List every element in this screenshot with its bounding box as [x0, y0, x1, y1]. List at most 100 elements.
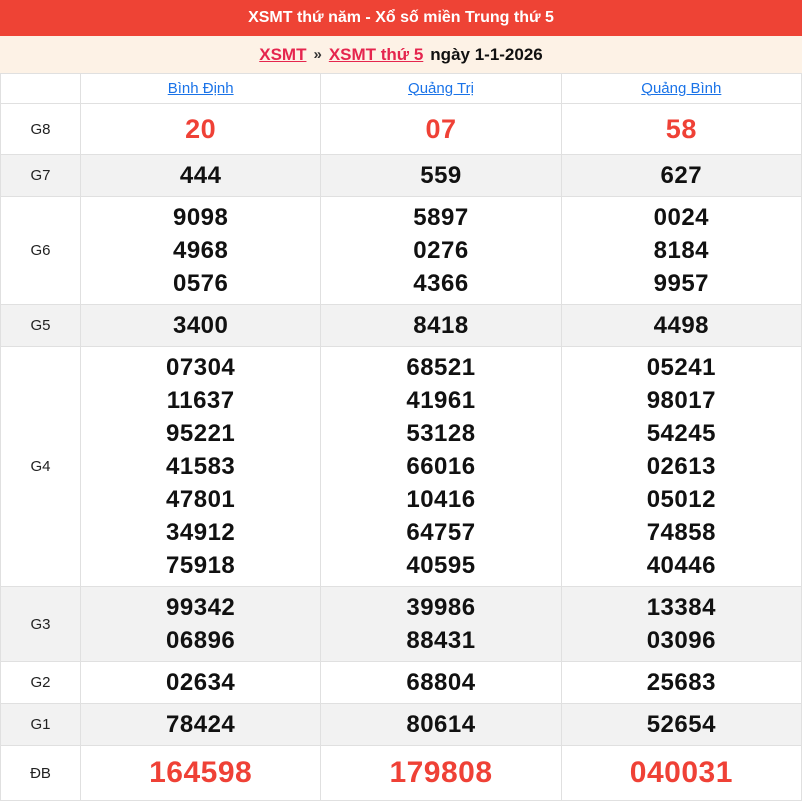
- prize-label-g5: G5: [0, 304, 81, 347]
- prize-number: 13384: [646, 594, 716, 621]
- title-bar: XSMT thứ năm - Xổ số miền Trung thứ 5: [0, 0, 802, 36]
- prize-number: 040031: [629, 756, 733, 789]
- prize-number: 0576: [172, 270, 229, 297]
- prize-number: 68521: [406, 354, 476, 381]
- column-header-quang-binh: Quảng Bình: [560, 73, 802, 104]
- prize-number: 07304: [166, 354, 236, 381]
- prize-number: 627: [660, 162, 703, 189]
- prize-row-g7: G7 444 559 627: [0, 154, 802, 197]
- prize-number: 5897: [413, 204, 469, 231]
- result-cell-g5-col2: 4498: [560, 304, 802, 347]
- result-cell-g8-col0: 20: [79, 103, 322, 155]
- prize-number: 07: [425, 114, 457, 144]
- prize-row-g2: G2 02634 68804 25683: [0, 661, 802, 704]
- result-cell-g4-col0: 07304 11637 95221 41583 47801 34912 75918: [79, 346, 322, 587]
- prize-label-g4: G4: [0, 346, 81, 587]
- prize-row-g3: G3 99342 06896 39986 88431 13384 03096: [0, 586, 802, 662]
- prize-number: 99342: [166, 594, 236, 621]
- prize-number: 02613: [646, 453, 716, 480]
- result-cell-g2-col2: 25683: [560, 661, 802, 704]
- prize-number: 41961: [406, 387, 476, 414]
- prize-number: 444: [179, 162, 222, 189]
- prize-row-g1: G1 78424 80614 52654: [0, 703, 802, 746]
- result-cell-g6-col2: 0024 8184 9957: [560, 196, 802, 305]
- prize-number: 58: [665, 114, 697, 144]
- breadcrumb-date: ngày 1-1-2026: [430, 44, 543, 64]
- result-cell-g7-col1: 559: [320, 154, 562, 197]
- result-cell-db-col2: 040031: [560, 745, 802, 801]
- prize-row-g5: G5 3400 8418 4498: [0, 304, 802, 347]
- result-cell-g1-col1: 80614: [320, 703, 562, 746]
- breadcrumb-link-xsmt[interactable]: XSMT: [259, 45, 306, 65]
- result-cell-g8-col2: 58: [560, 103, 802, 155]
- prize-number: 559: [420, 162, 462, 189]
- result-cell-g2-col1: 68804: [320, 661, 562, 704]
- prize-number: 66016: [406, 453, 476, 480]
- prize-label-g6: G6: [0, 196, 81, 305]
- prize-label-g8: G8: [0, 103, 81, 155]
- prize-number: 41583: [166, 453, 236, 480]
- prize-label-g2: G2: [0, 661, 81, 704]
- column-header-quang-tri: Quảng Trị: [320, 73, 562, 104]
- prize-number: 164598: [149, 756, 253, 789]
- prize-number: 40595: [406, 552, 476, 579]
- breadcrumb: XSMT » XSMT thứ 5 ngày 1-1-2026: [0, 36, 802, 73]
- prize-number: 88431: [406, 627, 476, 654]
- result-cell-g4-col1: 68521 41961 53128 66016 10416 64757 40595: [320, 346, 562, 587]
- result-cell-g4-col2: 05241 98017 54245 02613 05012 74858 40446: [560, 346, 802, 587]
- prize-number: 0276: [413, 237, 469, 264]
- column-header-binh-dinh: Bình Định: [79, 73, 322, 104]
- prize-number: 4498: [653, 312, 710, 339]
- prize-row-g8: G8 20 07 58: [0, 103, 802, 155]
- result-cell-g8-col1: 07: [320, 103, 562, 155]
- province-link-binh-dinh[interactable]: Bình Định: [168, 80, 234, 97]
- result-cell-g6-col1: 5897 0276 4366: [320, 196, 562, 305]
- prize-number: 9098: [172, 204, 229, 231]
- prize-number: 47801: [166, 486, 236, 513]
- prize-number: 8184: [653, 237, 710, 264]
- prize-number: 20: [185, 114, 217, 144]
- page-title: XSMT thứ năm - Xổ số miền Trung thứ 5: [248, 9, 554, 26]
- results-table: Bình Định Quảng Trị Quảng Bình G8 20 07 58 G…: [0, 73, 802, 801]
- prize-number: 74858: [646, 519, 716, 546]
- prize-label-g1: G1: [0, 703, 81, 746]
- prize-number: 68804: [406, 669, 476, 696]
- result-cell-g5-col0: 3400: [79, 304, 322, 347]
- result-cell-g6-col0: 9098 4968 0576: [79, 196, 322, 305]
- prize-number: 95221: [166, 420, 236, 447]
- corner-cell: [0, 73, 81, 104]
- prize-number: 9957: [653, 270, 710, 297]
- prize-number: 03096: [646, 627, 716, 654]
- result-cell-g5-col1: 8418: [320, 304, 562, 347]
- prize-number: 0024: [653, 204, 710, 231]
- results-table-body: G8 20 07 58 G7 444 559 627 G6 9098 4968 0576 5897 027…: [0, 103, 802, 801]
- province-link-quang-binh[interactable]: Quảng Bình: [641, 80, 721, 97]
- prize-number: 80614: [406, 711, 476, 738]
- prize-number: 75918: [166, 552, 236, 579]
- prize-row-g4: G4 07304 11637 95221 41583 47801 34912 75918 685…: [0, 346, 802, 587]
- result-cell-g3-col1: 39986 88431: [320, 586, 562, 662]
- breadcrumb-link-xsmt-thu-5[interactable]: XSMT thứ 5: [329, 45, 423, 65]
- prize-number: 53128: [406, 420, 476, 447]
- result-cell-g3-col0: 99342 06896: [79, 586, 322, 662]
- prize-label-db: ĐB: [0, 745, 81, 801]
- column-header-row: Bình Định Quảng Trị Quảng Bình: [0, 73, 802, 104]
- prize-label-g7: G7: [0, 154, 81, 197]
- province-link-quang-tri[interactable]: Quảng Trị: [408, 80, 474, 97]
- prize-number: 39986: [406, 594, 476, 621]
- prize-number: 78424: [166, 711, 236, 738]
- prize-row-g6: G6 9098 4968 0576 5897 0276 4366 0024 8184 9957: [0, 196, 802, 305]
- result-cell-db-col1: 179808: [320, 745, 562, 801]
- prize-label-g3: G3: [0, 586, 81, 662]
- prize-number: 05012: [646, 486, 716, 513]
- prize-number: 4968: [172, 237, 229, 264]
- prize-number: 10416: [406, 486, 476, 513]
- result-cell-g7-col0: 444: [79, 154, 322, 197]
- result-cell-g1-col2: 52654: [560, 703, 802, 746]
- result-cell-g2-col0: 02634: [79, 661, 322, 704]
- prize-number: 40446: [646, 552, 716, 579]
- result-cell-g1-col0: 78424: [79, 703, 322, 746]
- prize-number: 54245: [646, 420, 716, 447]
- prize-number: 3400: [172, 312, 229, 339]
- prize-number: 02634: [166, 669, 236, 696]
